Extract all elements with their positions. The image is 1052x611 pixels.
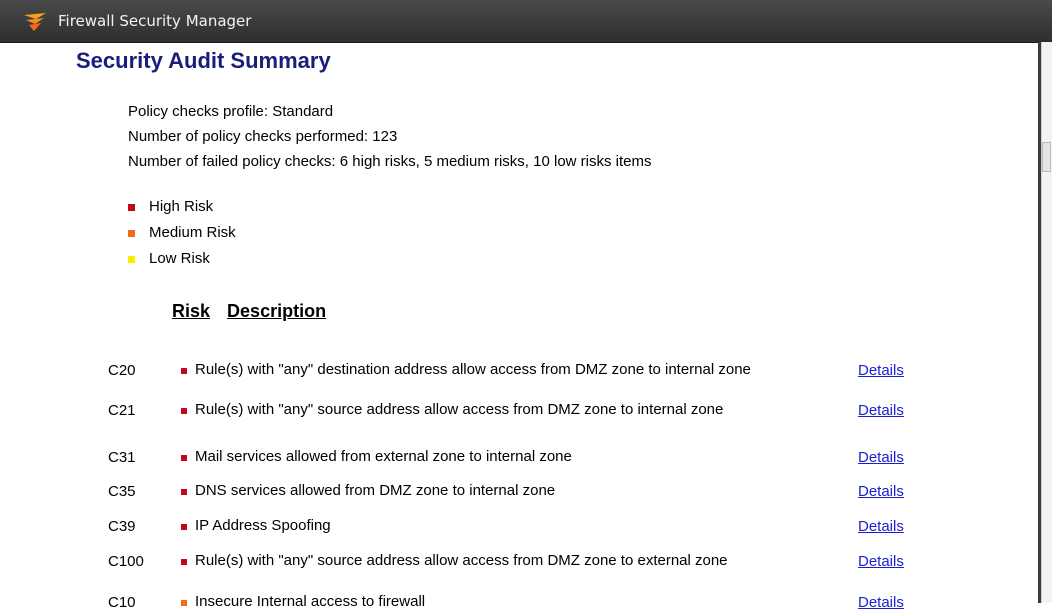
check-code: C39 xyxy=(108,518,136,535)
finding-description: Mail services allowed from external zone… xyxy=(195,448,572,465)
risk-column-header: Risk xyxy=(172,301,211,321)
solarwinds-logo-icon xyxy=(24,13,46,31)
profile-text: Policy checks profile: Standard xyxy=(128,103,334,120)
failed-checks-text: Number of failed policy checks: 6 high r… xyxy=(128,153,652,170)
table-header: Risk Description xyxy=(172,301,326,322)
details-link[interactable]: Details xyxy=(858,518,904,535)
details-link[interactable]: Details xyxy=(858,362,904,379)
finding-description: Insecure Internal access to firewall xyxy=(195,593,426,610)
finding-description: Rule(s) with "any" source address allow … xyxy=(195,401,724,418)
finding-description: Rule(s) with "any" source address allow … xyxy=(195,552,728,569)
medium-risk-square-icon xyxy=(181,600,187,606)
legend-label: Low Risk xyxy=(149,250,210,267)
high-risk-square-icon xyxy=(181,368,187,374)
details-link[interactable]: Details xyxy=(858,483,904,500)
finding-description: IP Address Spoofing xyxy=(195,517,331,534)
scrollbar-thumb[interactable] xyxy=(1042,142,1051,172)
description-column-header: Description xyxy=(227,301,327,321)
vertical-scrollbar[interactable] xyxy=(1041,42,1052,603)
high-risk-square-icon xyxy=(181,489,187,495)
window-title: Firewall Security Manager xyxy=(58,12,252,30)
check-code: C31 xyxy=(108,449,136,466)
finding-description: DNS services allowed from DMZ zone to in… xyxy=(195,482,556,499)
legend-item-medium: Medium Risk xyxy=(128,220,236,246)
high-risk-square-icon xyxy=(181,559,187,565)
finding-description: Rule(s) with "any" destination address a… xyxy=(195,361,751,378)
check-code: C35 xyxy=(108,483,136,500)
details-link[interactable]: Details xyxy=(858,449,904,466)
legend-label: Medium Risk xyxy=(149,224,236,241)
legend-item-high: High Risk xyxy=(128,194,236,220)
check-code: C100 xyxy=(108,553,144,570)
risk-legend: High Risk Medium Risk Low Risk xyxy=(128,194,236,272)
high-risk-square-icon xyxy=(181,524,187,530)
checks-performed-text: Number of policy checks performed: 123 xyxy=(128,128,398,145)
check-code: C20 xyxy=(108,362,136,379)
legend-item-low: Low Risk xyxy=(128,246,236,272)
details-link[interactable]: Details xyxy=(858,402,904,419)
high-risk-square-icon xyxy=(128,203,135,211)
low-risk-square-icon xyxy=(128,255,135,263)
check-code: C21 xyxy=(108,402,136,419)
legend-label: High Risk xyxy=(149,198,214,215)
window-titlebar: Firewall Security Manager xyxy=(0,0,1052,43)
page-title: Security Audit Summary xyxy=(76,48,331,73)
medium-risk-square-icon xyxy=(128,229,135,237)
high-risk-square-icon xyxy=(181,455,187,461)
details-link[interactable]: Details xyxy=(858,553,904,570)
audit-summary: Policy checks profile: Standard Number o… xyxy=(128,99,652,174)
high-risk-square-icon xyxy=(181,408,187,414)
